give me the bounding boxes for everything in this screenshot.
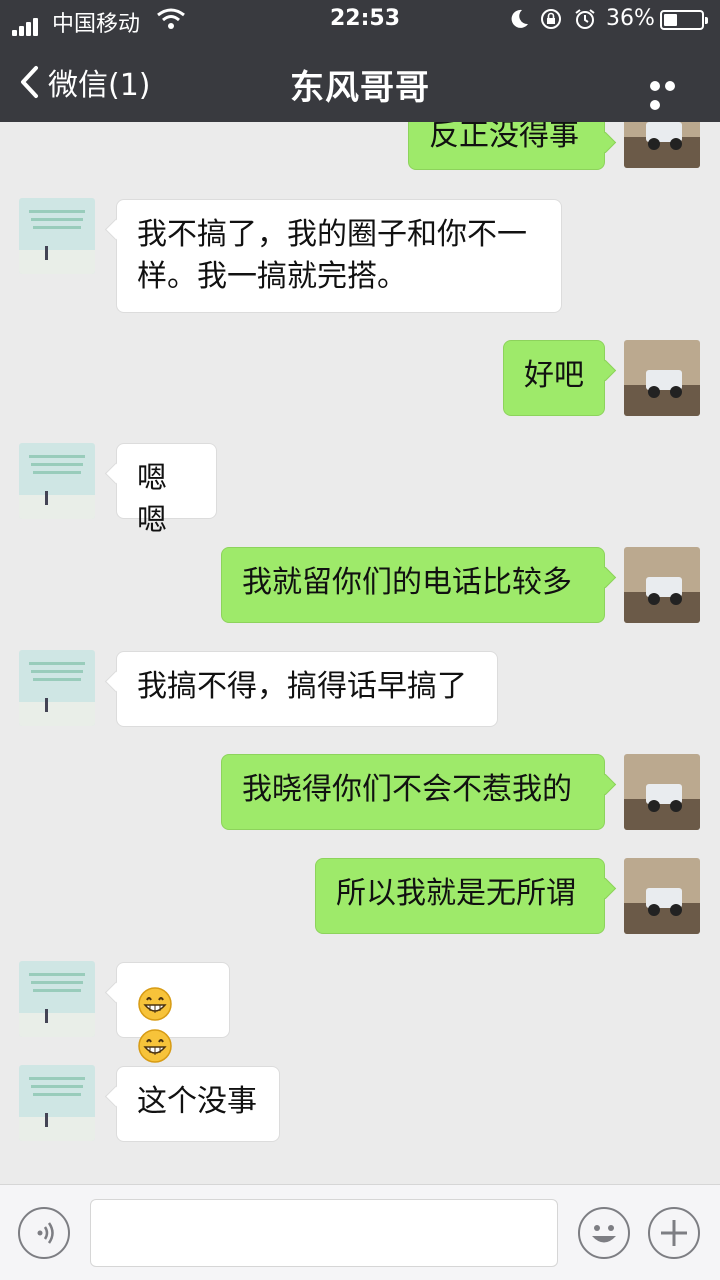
- message-text: 这个没事: [137, 1084, 257, 1119]
- chat-header: 中国移动 22:53 36% 微信(1) 东风哥哥: [0, 0, 720, 122]
- alarm-icon: [575, 9, 595, 29]
- contact-avatar[interactable]: [19, 961, 95, 1037]
- message-bubble[interactable]: 这个没事: [116, 1066, 280, 1142]
- contact-avatar[interactable]: [19, 650, 95, 726]
- chat-messages[interactable]: 反正没得事 我不搞了，我的圈子和你不一样。我一搞就完搭。 好吧 嗯嗯 我就留你们…: [0, 122, 720, 1184]
- contact-avatar[interactable]: [19, 198, 95, 274]
- more-dots-icon: [650, 81, 660, 91]
- message-bubble[interactable]: 所以我就是无所谓: [315, 858, 605, 934]
- voice-button[interactable]: [18, 1207, 70, 1259]
- emoji-icon: [592, 1225, 616, 1243]
- my-avatar[interactable]: [624, 340, 700, 416]
- message-bubble[interactable]: 我就留你们的电话比较多: [221, 547, 605, 623]
- rotation-lock-icon: [541, 9, 561, 29]
- signal-icon: [12, 11, 40, 36]
- message-bubble[interactable]: 反正没得事: [408, 122, 605, 170]
- clock-time: 22:53: [330, 6, 401, 31]
- plus-icon: [661, 1220, 687, 1246]
- message-bubble[interactable]: 我搞不得，搞得话早搞了: [116, 651, 498, 727]
- my-avatar[interactable]: [624, 547, 700, 623]
- message-text: 我就留你们的电话比较多: [242, 565, 572, 600]
- message-bubble[interactable]: 好吧: [503, 340, 605, 416]
- message-bubble[interactable]: 嗯嗯: [116, 443, 217, 538]
- message-bubble[interactable]: 我不搞了，我的圈子和你不一样。我一搞就完搭。: [116, 199, 562, 313]
- my-avatar[interactable]: [624, 122, 700, 168]
- battery-icon: [660, 10, 708, 30]
- voice-icon: [37, 1222, 54, 1244]
- emoji-button[interactable]: [578, 1207, 630, 1259]
- grin-emoji: [138, 986, 172, 1021]
- contact-avatar[interactable]: [19, 443, 95, 519]
- message-text: 我不搞了，我的圈子和你不一样。我一搞就完搭。: [137, 217, 527, 294]
- do-not-disturb-icon: [511, 9, 528, 28]
- grin-emoji: [138, 1028, 172, 1063]
- status-bar: 中国移动 22:53 36%: [0, 0, 720, 40]
- my-avatar[interactable]: [624, 754, 700, 830]
- input-bar: [0, 1184, 720, 1280]
- message-text: 好吧: [524, 358, 584, 393]
- message-text: 我搞不得，搞得话早搞了: [137, 669, 467, 704]
- wifi-icon: [157, 8, 185, 29]
- message-text: 我晓得你们不会不惹我的: [242, 772, 572, 807]
- contact-avatar[interactable]: [19, 1065, 95, 1141]
- message-bubble[interactable]: 我晓得你们不会不惹我的: [221, 754, 605, 830]
- carrier-label: 中国移动: [52, 12, 141, 37]
- more-functions-button[interactable]: [648, 1207, 700, 1259]
- message-input[interactable]: [90, 1199, 558, 1267]
- message-text: 所以我就是无所谓: [336, 876, 576, 911]
- more-options-button[interactable]: [650, 76, 694, 110]
- message-text: 嗯嗯: [137, 461, 167, 538]
- chat-title: 东风哥哥: [290, 68, 430, 108]
- battery-percent: 36%: [606, 6, 655, 31]
- message-text: 反正没得事: [429, 122, 579, 153]
- message-bubble[interactable]: [116, 962, 230, 1063]
- my-avatar[interactable]: [624, 858, 700, 934]
